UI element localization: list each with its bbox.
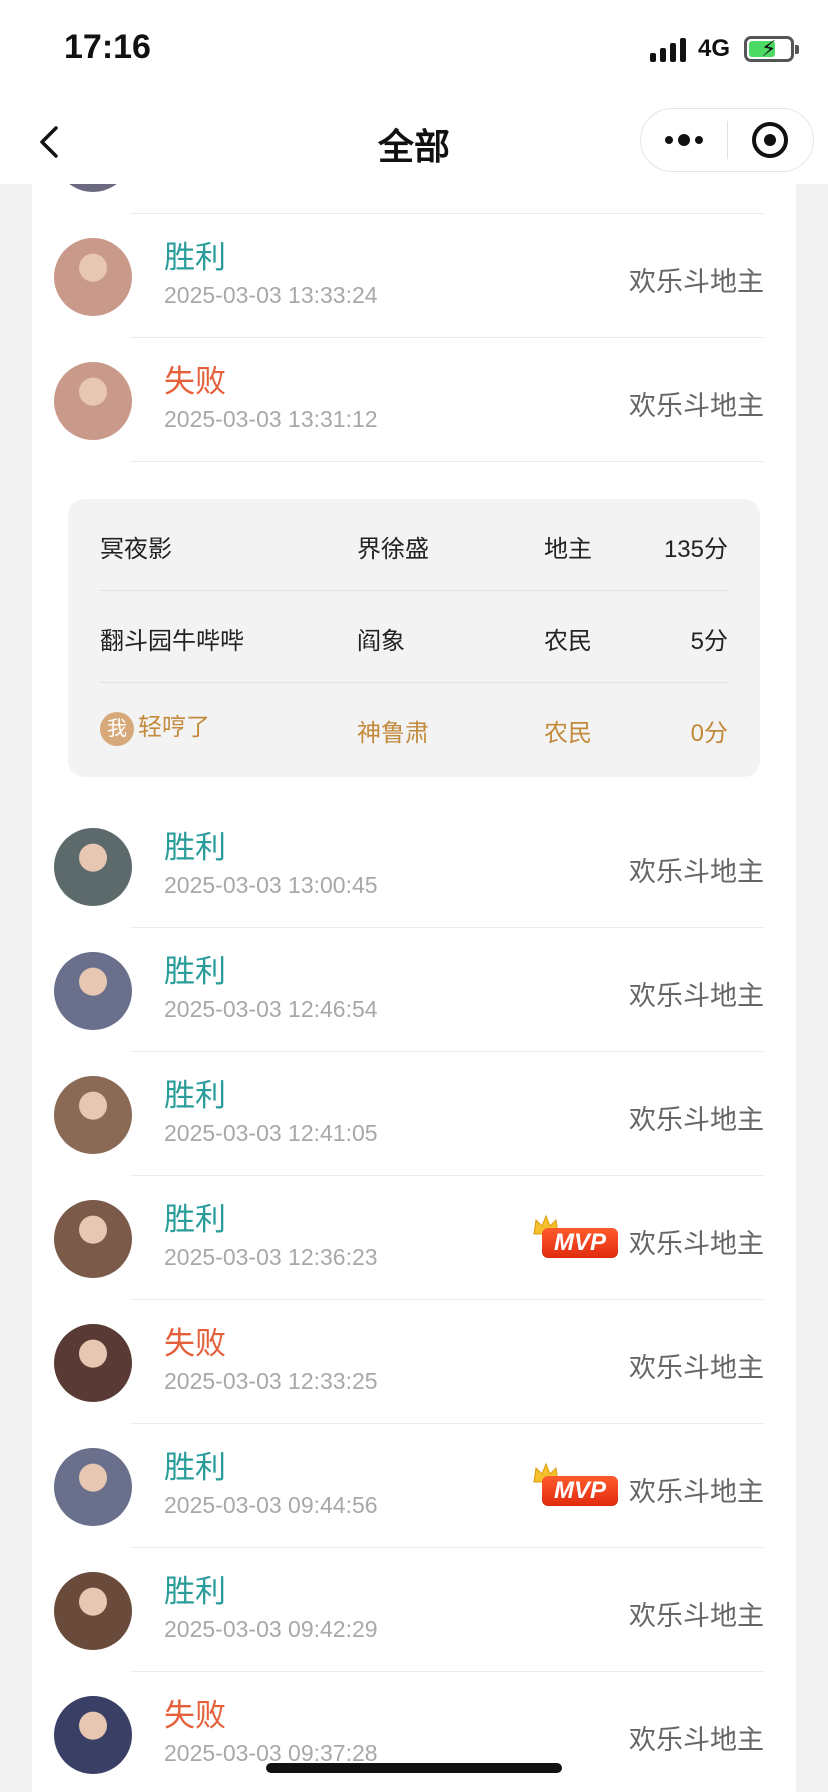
status-time: 17:16 xyxy=(64,28,151,66)
player-name: 轻哼了 xyxy=(138,714,210,741)
record-card: 胜利 2025-03-03 13:33:24 欢乐斗地主 失败 2025-03-03 1… xyxy=(32,184,796,1792)
game-mode: 欢乐斗地主 xyxy=(629,267,764,297)
game-time: 2025-03-03 09:42:29 xyxy=(164,1616,378,1642)
game-mode: 欢乐斗地主 xyxy=(629,1105,764,1135)
nav-bar: 全部 xyxy=(0,100,828,184)
game-mode: 欢乐斗地主 xyxy=(629,1477,764,1507)
hero-name: 阎象 xyxy=(357,628,405,655)
detail-row: 冥夜影 界徐盛 地主 135分 xyxy=(100,499,728,591)
result-label: 胜利 xyxy=(164,1574,226,1609)
home-indicator xyxy=(266,1763,562,1773)
mvp-badge: MVP xyxy=(533,1462,618,1506)
game-time: 2025-03-03 12:41:05 xyxy=(164,1120,378,1146)
result-label: 失败 xyxy=(164,1698,226,1733)
status-bar: 17:16 4G ⚡ xyxy=(0,0,828,100)
avatar xyxy=(54,1200,132,1278)
record-row[interactable]: 胜利 2025-03-03 09:44:56 MVP 欢乐斗地主 xyxy=(32,1424,796,1548)
game-mode: 欢乐斗地主 xyxy=(629,391,764,421)
result-label: 胜利 xyxy=(164,954,226,989)
player-score: 5分 xyxy=(690,628,728,655)
hero-name: 界徐盛 xyxy=(357,536,429,563)
game-mode: 欢乐斗地主 xyxy=(629,1353,764,1383)
avatar xyxy=(54,828,132,906)
mvp-label: MVP xyxy=(542,1228,618,1258)
record-list-area[interactable]: 胜利 2025-03-03 13:33:24 欢乐斗地主 失败 2025-03-03 1… xyxy=(0,184,828,1792)
result-label: 胜利 xyxy=(164,1450,226,1485)
record-row[interactable]: 胜利 2025-03-03 12:41:05 欢乐斗地主 xyxy=(32,1052,796,1176)
network-label: 4G xyxy=(697,35,730,62)
avatar xyxy=(54,1076,132,1154)
record-row[interactable]: 失败 2025-03-03 09:37:28 欢乐斗地主 xyxy=(32,1672,796,1792)
player-score: 0分 xyxy=(690,720,728,747)
detail-row-me: 我轻哼了 神鲁肃 农民 0分 xyxy=(100,683,728,775)
game-detail-panel: 冥夜影 界徐盛 地主 135分 翻斗园牛哔哔 阎象 农民 5分 我轻哼了 神鲁肃… xyxy=(68,499,760,777)
avatar xyxy=(54,184,132,192)
battery-icon: ⚡ xyxy=(744,36,799,62)
more-dots-icon xyxy=(664,134,703,146)
game-time: 2025-03-03 12:36:23 xyxy=(164,1244,378,1270)
avatar xyxy=(54,362,132,440)
avatar xyxy=(54,1572,132,1650)
result-label: 失败 xyxy=(164,364,226,399)
record-row[interactable]: 胜利 2025-03-03 13:33:24 欢乐斗地主 xyxy=(32,214,796,338)
game-mode: 欢乐斗地主 xyxy=(629,1229,764,1259)
game-time: 2025-03-03 09:44:56 xyxy=(164,1492,378,1518)
result-label: 失败 xyxy=(164,1326,226,1361)
avatar xyxy=(54,1696,132,1774)
record-row-partial[interactable] xyxy=(32,184,796,214)
game-time: 2025-03-03 12:33:25 xyxy=(164,1368,378,1394)
record-row[interactable]: 胜利 2025-03-03 12:46:54 欢乐斗地主 xyxy=(32,928,796,1052)
avatar xyxy=(54,952,132,1030)
game-time: 2025-03-03 13:33:24 xyxy=(164,282,378,308)
game-mode: 欢乐斗地主 xyxy=(629,1725,764,1755)
more-button[interactable] xyxy=(641,109,727,171)
player-score: 135分 xyxy=(663,536,728,563)
avatar xyxy=(54,1448,132,1526)
avatar xyxy=(54,238,132,316)
game-mode: 欢乐斗地主 xyxy=(629,1601,764,1631)
mvp-label: MVP xyxy=(542,1476,618,1506)
status-indicators: 4G ⚡ xyxy=(649,34,799,64)
target-ring-icon xyxy=(752,122,789,158)
record-row[interactable]: 失败 2025-03-03 13:31:12 欢乐斗地主 xyxy=(32,338,796,462)
hero-name: 神鲁肃 xyxy=(357,720,429,747)
game-mode: 欢乐斗地主 xyxy=(629,981,764,1011)
signal-icon xyxy=(649,36,686,62)
game-mode: 欢乐斗地主 xyxy=(629,857,764,887)
player-name-me: 我轻哼了 xyxy=(100,707,210,746)
result-label: 胜利 xyxy=(164,240,226,275)
record-row[interactable]: 失败 2025-03-03 12:33:25 欢乐斗地主 xyxy=(32,1300,796,1424)
close-button[interactable] xyxy=(728,109,814,171)
record-row[interactable]: 胜利 2025-03-03 12:36:23 MVP 欢乐斗地主 xyxy=(32,1176,796,1300)
game-time: 2025-03-03 12:46:54 xyxy=(164,996,378,1022)
player-role: 农民 xyxy=(544,720,592,747)
game-time: 2025-03-03 13:31:12 xyxy=(164,406,378,432)
mvp-badge: MVP xyxy=(533,1214,618,1258)
player-name: 翻斗园牛哔哔 xyxy=(100,628,244,655)
mini-program-capsule xyxy=(640,108,814,172)
player-role: 农民 xyxy=(544,628,592,655)
detail-row: 翻斗园牛哔哔 阎象 农民 5分 xyxy=(100,591,728,683)
record-row[interactable]: 胜利 2025-03-03 13:00:45 欢乐斗地主 xyxy=(32,804,796,928)
player-name: 冥夜影 xyxy=(100,536,172,563)
result-label: 胜利 xyxy=(164,830,226,865)
result-label: 胜利 xyxy=(164,1078,226,1113)
avatar xyxy=(54,1324,132,1402)
player-role: 地主 xyxy=(544,536,592,563)
result-label: 胜利 xyxy=(164,1202,226,1237)
record-row[interactable]: 胜利 2025-03-03 09:42:29 欢乐斗地主 xyxy=(32,1548,796,1672)
me-badge: 我 xyxy=(100,711,134,746)
game-time: 2025-03-03 13:00:45 xyxy=(164,872,378,898)
